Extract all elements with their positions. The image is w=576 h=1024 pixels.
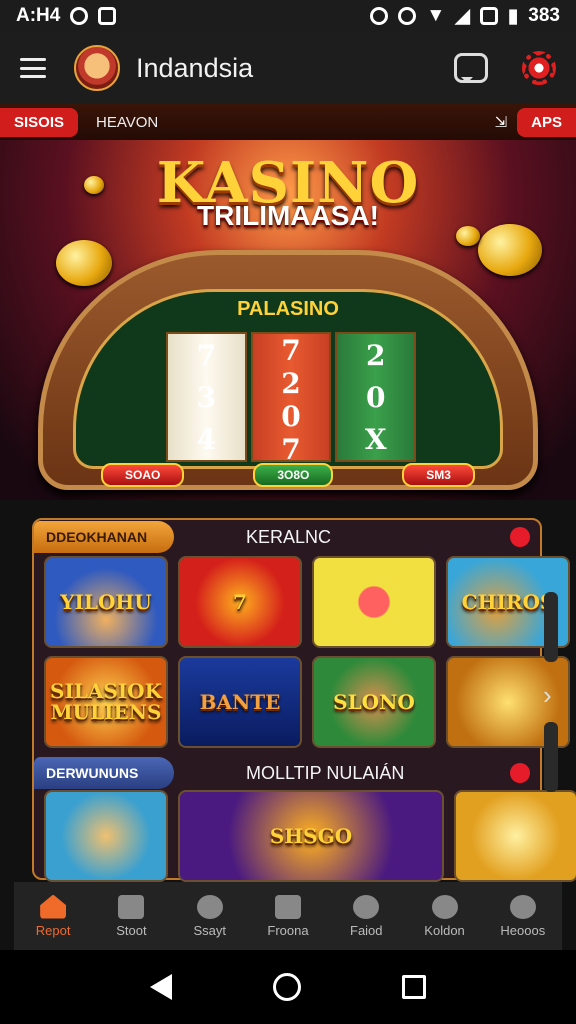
settings-gear-icon[interactable] — [522, 51, 556, 85]
notification-dot-icon — [510, 527, 530, 547]
system-nav-bar — [0, 950, 576, 1024]
back-icon[interactable] — [150, 974, 173, 1000]
game-tile[interactable] — [44, 790, 168, 882]
game-tile[interactable]: BANTE — [178, 656, 302, 748]
games-panel: DDEOKHANAN KERALNC YILOHU 7 CHIROS SILAS… — [32, 518, 576, 882]
game-tile[interactable]: 7 — [178, 556, 302, 648]
ticker-left-pill[interactable]: SISOIS — [0, 107, 79, 137]
status-time: A:H4 — [16, 5, 61, 26]
reel-symbol: 7 — [196, 338, 217, 372]
nav-label: Ssayt — [193, 922, 226, 938]
app-bar: Indandsia — [0, 32, 576, 104]
reel-symbol: 3 — [196, 380, 217, 414]
store-icon — [118, 894, 145, 919]
game-grid: YILOHU 7 CHIROS — [44, 556, 570, 648]
ticker-arrow-icon: ⇲ — [494, 114, 508, 131]
reel-symbol: 7 — [281, 334, 301, 367]
recents-icon[interactable] — [401, 975, 426, 999]
section-title: KERALNC — [246, 526, 332, 547]
nav-item-froona[interactable]: Froona — [249, 882, 327, 950]
nav-label: Stoot — [116, 922, 147, 938]
reel-symbol: 0 — [365, 380, 386, 414]
home-icon — [40, 894, 67, 919]
bottom-nav: Repot Stoot Ssayt Froona Faiod Koldon He… — [14, 882, 562, 950]
reel-symbol: 4 — [196, 422, 217, 456]
nav-item-repot[interactable]: Repot — [14, 882, 92, 950]
nav-item-faiod[interactable]: Faiod — [327, 882, 405, 950]
nav-label: Heooos — [500, 922, 546, 938]
search-icon — [196, 894, 223, 919]
machine-buttons: SOAO 3O8O SM3 — [43, 463, 533, 487]
machine-title: PALASINO — [237, 298, 339, 320]
section-header: DDEOKHANAN KERALNC — [34, 520, 544, 554]
dice-icon — [274, 894, 301, 919]
battery-icon: ▮ — [507, 5, 519, 27]
clock-icon — [398, 7, 417, 25]
battery-level: 383 — [528, 5, 560, 26]
section-tag[interactable]: DERWUNUNS — [34, 757, 174, 789]
notification-icon — [70, 7, 89, 25]
chat-icon[interactable] — [454, 53, 488, 83]
signal-icon: ◢ — [455, 5, 470, 27]
game-tile[interactable] — [454, 790, 576, 882]
wifi-icon: ▼ — [426, 5, 446, 26]
ticker-right-pill[interactable]: APS — [517, 107, 576, 137]
promo-ticker: SISOIS HEAVON ⇲ APS — [0, 104, 576, 140]
nav-item-heooos[interactable]: Heooos — [484, 882, 562, 950]
data-icon — [479, 7, 498, 25]
home-button-icon[interactable] — [272, 973, 301, 1001]
screen-icon — [98, 7, 117, 25]
game-tile[interactable]: SLONO — [312, 656, 436, 748]
notification-dot-icon — [510, 763, 530, 783]
reel-symbol: 0 — [281, 400, 301, 433]
machine-button-center[interactable]: 3O8O — [253, 463, 334, 487]
reel-symbol: X — [364, 422, 387, 456]
game-grid: SHSGO — [44, 790, 576, 882]
section-header: DERWUNUNS MOLLTIP NULAIÁN — [34, 756, 544, 790]
search-icon — [509, 894, 536, 919]
chat-icon — [353, 894, 380, 919]
machine-button-left[interactable]: SOAO — [101, 463, 185, 487]
slot-reel: 7 2 0 7 — [250, 332, 332, 466]
game-grid: SILASIOK MULIENS BANTE SLONO — [44, 656, 570, 748]
avatar[interactable] — [74, 45, 120, 91]
slot-screen: PALASINO 7 3 4 7 2 0 7 2 0 X — [73, 289, 503, 469]
section-title: MOLLTIP NULAIÁN — [246, 762, 405, 783]
scroll-handle[interactable] — [544, 592, 558, 662]
game-tile[interactable] — [312, 556, 436, 648]
reel-symbol: 2 — [281, 367, 301, 400]
game-tile[interactable]: SILASIOK MULIENS — [44, 656, 168, 748]
reel-symbol: 2 — [365, 338, 386, 372]
app-title: Indandsia — [136, 52, 254, 83]
coin-image — [56, 240, 112, 286]
game-tile[interactable]: SHSGO — [178, 790, 444, 882]
menu-icon[interactable] — [20, 58, 46, 78]
slot-reel: 7 3 4 — [166, 332, 247, 462]
chevron-right-icon[interactable]: › — [543, 680, 552, 711]
slot-machine: PALASINO 7 3 4 7 2 0 7 2 0 X SOAO 3O8O S… — [38, 250, 538, 490]
nav-label: Koldon — [424, 922, 465, 938]
nav-label: Faiod — [350, 922, 383, 938]
section-tag[interactable]: DDEOKHANAN — [34, 521, 174, 553]
game-tile[interactable]: YILOHU — [44, 556, 168, 648]
status-bar: A:H4 ▼ ◢ ▮ 383 — [0, 0, 576, 32]
nav-item-koldon[interactable]: Koldon — [405, 882, 483, 950]
gear-icon — [431, 894, 458, 919]
slot-reels: 7 3 4 7 2 0 7 2 0 X — [166, 332, 417, 466]
hero-banner[interactable]: KASINO TRILIMAASA! PALASINO 7 3 4 7 2 0 … — [0, 140, 576, 500]
nav-label: Repot — [35, 922, 71, 938]
ticker-text: HEAVON — [96, 113, 159, 131]
nav-label: Froona — [267, 922, 309, 938]
machine-button-right[interactable]: SM3 — [402, 463, 475, 487]
nav-item-stoot[interactable]: Stoot — [92, 882, 170, 950]
scroll-handle[interactable] — [544, 722, 558, 792]
slot-reel: 2 0 X — [335, 332, 417, 462]
hero-subtitle: TRILIMAASA! — [197, 200, 379, 231]
alarm-icon — [370, 7, 389, 25]
nav-item-ssayt[interactable]: Ssayt — [171, 882, 249, 950]
reel-symbol: 7 — [281, 433, 301, 466]
